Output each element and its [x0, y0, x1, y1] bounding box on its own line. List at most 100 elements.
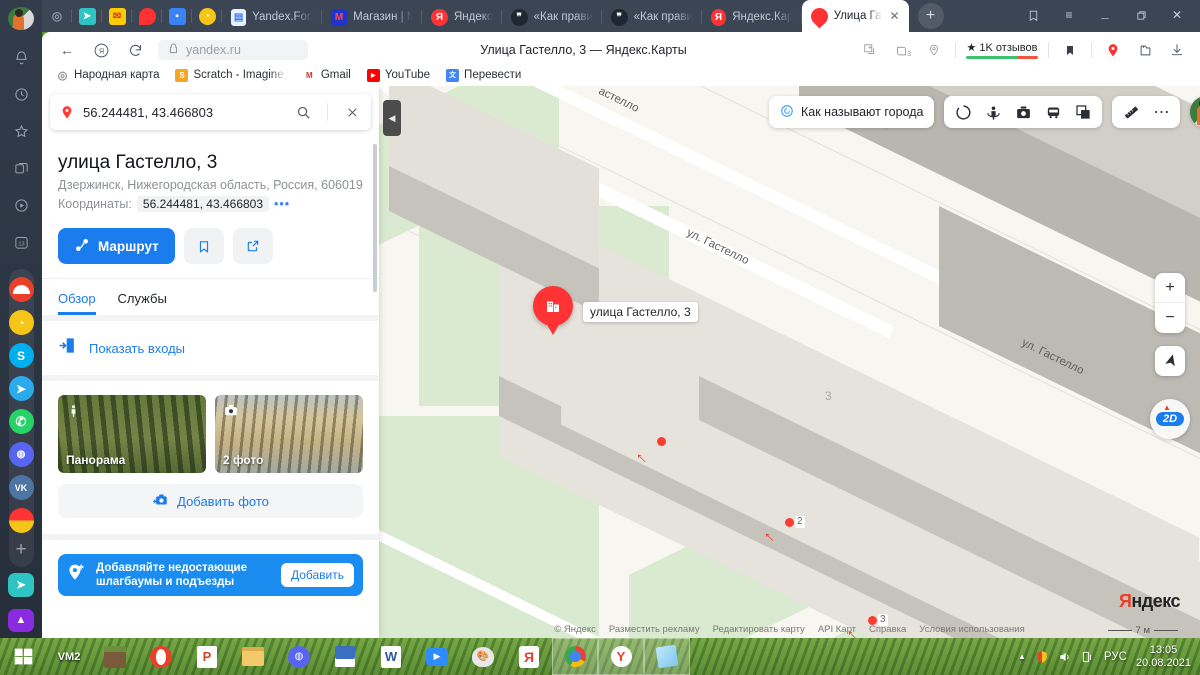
taskbar-zoom[interactable]: ▶: [414, 638, 460, 675]
mail-ru-icon[interactable]: [8, 508, 34, 534]
tab-count-icon[interactable]: 3: [891, 39, 913, 61]
pinned-tab-messenger[interactable]: ▪: [162, 0, 192, 32]
taskbar-save-app[interactable]: [322, 638, 368, 675]
volume-icon[interactable]: [1058, 650, 1072, 664]
browser-tab[interactable]: ❞ «Как прави: [602, 2, 702, 32]
panorama-icon[interactable]: [978, 97, 1008, 127]
close-icon[interactable]: ✕: [890, 9, 900, 23]
taskbar-explorer[interactable]: [230, 638, 276, 675]
add-to-collection-icon[interactable]: [859, 39, 881, 61]
taskbar-discord[interactable]: ◍: [276, 638, 322, 675]
panorama-thumbnail[interactable]: Панорама: [58, 395, 206, 473]
taskbar-paint[interactable]: 🎨: [460, 638, 506, 675]
browser-tab[interactable]: М Магазин | M: [322, 2, 422, 32]
discord-icon[interactable]: ◍: [8, 442, 34, 468]
opera-crypto-icon[interactable]: ▲: [8, 608, 34, 633]
taskbar-word[interactable]: W: [368, 638, 414, 675]
tab-services[interactable]: Службы: [118, 291, 167, 315]
pinned-tab-opera[interactable]: ◔: [192, 0, 222, 32]
pinned-tab-telegram[interactable]: ➤: [72, 0, 102, 32]
clear-search-button[interactable]: [337, 98, 367, 126]
footer-link-api[interactable]: API Карт: [818, 624, 856, 635]
locate-me-button[interactable]: [1155, 346, 1185, 376]
bookmark-youtube[interactable]: ▶ YouTube: [366, 68, 430, 82]
browser-tab[interactable]: Я Яндекс.Карт: [702, 2, 802, 32]
opera-icon[interactable]: ◔: [8, 310, 34, 336]
poi-marker[interactable]: [533, 286, 573, 326]
minimize-button[interactable]: ﹘: [1088, 2, 1122, 28]
entrance-marker[interactable]: [657, 437, 666, 446]
zoom-in-button[interactable]: +: [1155, 273, 1185, 303]
vk-icon[interactable]: VK: [8, 475, 34, 501]
footer-link-ads[interactable]: Разместить рекламу: [609, 624, 700, 635]
transport-icon[interactable]: [1038, 97, 1068, 127]
close-button[interactable]: ✕: [1160, 2, 1194, 28]
share-button[interactable]: [232, 228, 273, 264]
location-icon[interactable]: [923, 39, 945, 61]
pinned-tab-maps[interactable]: [132, 0, 162, 32]
tab-overview[interactable]: Обзор: [58, 291, 96, 315]
collapse-panel-button[interactable]: ◀: [383, 100, 401, 136]
browser-tab[interactable]: ❞ «Как прави: [502, 2, 602, 32]
taskbar-yandex-browser[interactable]: Я: [506, 638, 552, 675]
footer-link-terms[interactable]: Условия использования: [919, 624, 1024, 635]
promo-add-button[interactable]: Добавить: [280, 563, 354, 587]
telegram-app-icon[interactable]: ➤: [8, 573, 34, 597]
favorites-icon[interactable]: [6, 118, 36, 145]
bookmark-icon[interactable]: [1059, 39, 1081, 61]
calendar-icon[interactable]: 13: [6, 229, 36, 256]
opera-gx-icon[interactable]: [8, 277, 34, 303]
player-icon[interactable]: [6, 192, 36, 219]
opera-profile-avatar[interactable]: [8, 7, 34, 31]
coordinates-more-button[interactable]: •••: [274, 197, 290, 211]
bookmark-gmail[interactable]: M Gmail: [302, 68, 351, 82]
clock[interactable]: 13:05 20.08.2021: [1136, 644, 1191, 670]
menu-icon[interactable]: ≡: [1052, 2, 1086, 28]
pinned-tab-mail[interactable]: ✉: [102, 0, 132, 32]
browser-tab-active[interactable]: Улица Га ✕: [801, 0, 909, 32]
bookmark-translate[interactable]: 文 Перевести: [446, 68, 521, 82]
taskbar-yandex[interactable]: Y: [598, 638, 644, 675]
photos-thumbnail[interactable]: 2 фото: [215, 395, 363, 473]
user-avatar[interactable]: [1190, 96, 1200, 128]
browser-tab[interactable]: Я Яндекс: [422, 2, 502, 32]
browser-tab[interactable]: ▤ Yandex.Form: [222, 2, 322, 32]
taskbar-opera[interactable]: [138, 638, 184, 675]
whatsapp-icon[interactable]: ✆: [8, 409, 34, 435]
bookmarks-icon[interactable]: [1016, 2, 1050, 28]
reload-button[interactable]: [124, 39, 146, 61]
quiz-promo-button[interactable]: Как называют города: [769, 96, 935, 128]
show-entrances-row[interactable]: Показать входы: [42, 321, 379, 375]
map-canvas[interactable]: ◀ астелло ул. Гастелло ул. Гастелло 6 3 …: [379, 86, 1200, 638]
back-button[interactable]: ←: [56, 39, 78, 61]
entrance-marker[interactable]: 2: [785, 516, 805, 528]
new-tab-button[interactable]: +: [917, 3, 944, 29]
photos-icon[interactable]: [1008, 97, 1038, 127]
show-hidden-icons-button[interactable]: ▲: [1018, 652, 1026, 661]
coordinates-value[interactable]: 56.244481, 43.466803: [136, 196, 270, 212]
bookmark-narodnaya-karta[interactable]: ◎ Народная карта: [56, 69, 160, 82]
layers-icon[interactable]: [1068, 97, 1098, 127]
notifications-icon[interactable]: [6, 44, 36, 71]
downloads-icon[interactable]: [1166, 39, 1188, 61]
route-button[interactable]: Маршрут: [58, 228, 175, 264]
taskbar-chrome[interactable]: [552, 638, 598, 675]
taskbar-minecraft[interactable]: [92, 638, 138, 675]
zoom-out-button[interactable]: −: [1155, 303, 1185, 333]
collections-icon[interactable]: [1134, 39, 1156, 61]
bookmark-button[interactable]: [183, 228, 224, 264]
url-field[interactable]: yandex.ru: [158, 40, 308, 60]
bookmark-scratch[interactable]: S Scratch - Imagine,: [175, 68, 287, 82]
search-icon[interactable]: [288, 98, 318, 126]
maps-pin-icon[interactable]: [1102, 39, 1124, 61]
footer-link-help[interactable]: Справка: [869, 624, 906, 635]
maximize-button[interactable]: [1124, 2, 1158, 28]
panel-scrollbar[interactable]: [373, 144, 377, 292]
add-messenger-button[interactable]: +: [15, 540, 26, 559]
add-photo-button[interactable]: Добавить фото: [58, 484, 363, 518]
traffic-icon[interactable]: [948, 97, 978, 127]
windows-start-icon[interactable]: [0, 638, 46, 675]
footer-link-edit[interactable]: Редактировать карту: [713, 624, 805, 635]
skype-icon[interactable]: S: [8, 343, 34, 369]
network-icon[interactable]: [1081, 650, 1095, 664]
